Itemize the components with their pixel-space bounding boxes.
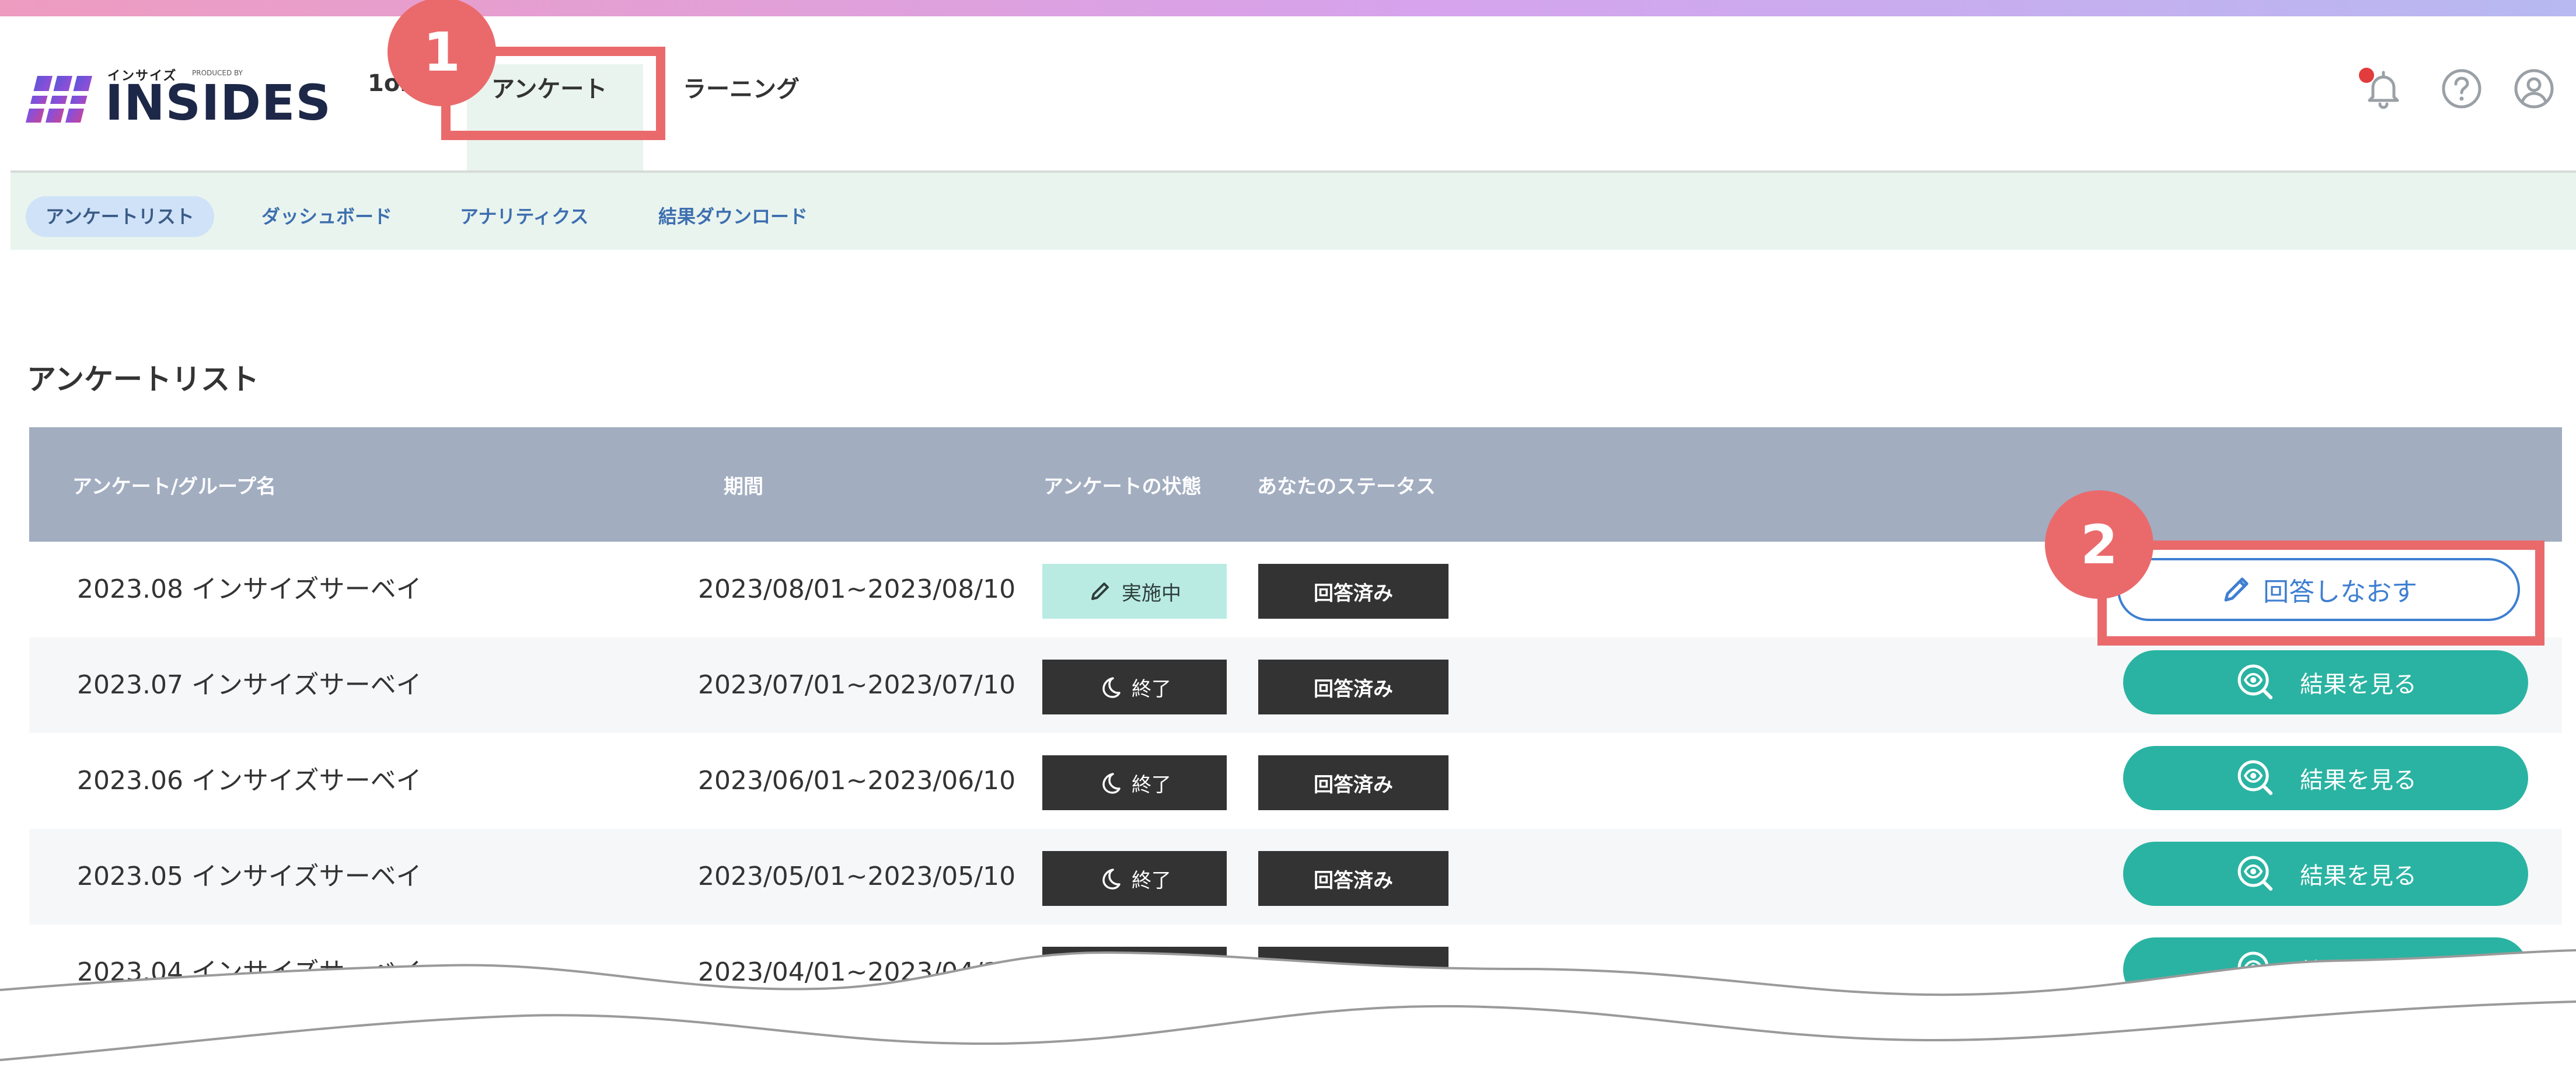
your-status-label: 回答済み: [1314, 869, 1393, 892]
survey-state-label: 終了: [1132, 677, 1171, 701]
table-row: 2023.07 インサイズサーベイ 2023/07/01~2023/07/10 …: [29, 637, 2562, 733]
sub-navigation: アンケートリスト ダッシュボード アナリティクス 結果ダウンロード: [11, 173, 2576, 250]
table-row: 2023.06 インサイズサーベイ 2023/06/01~2023/06/10 …: [29, 733, 2562, 829]
callout-box-2: [2097, 541, 2544, 646]
callout-badge-2: 2: [2045, 490, 2153, 599]
app-logo[interactable]: インサイズ PRODUCED BY INSIDES: [26, 53, 331, 140]
callout-badge-1: 1: [388, 0, 496, 106]
your-status-label: 回答済み: [1314, 677, 1393, 701]
survey-state-badge: 終了: [1042, 755, 1227, 810]
moon-icon: [1102, 677, 1121, 698]
eye-icon: [2238, 856, 2273, 891]
user-icon[interactable]: [2511, 65, 2557, 112]
callout-number: 1: [423, 20, 460, 83]
survey-state-label: 終了: [1132, 869, 1171, 892]
table-row: 2023.05 インサイズサーベイ 2023/05/01~2023/05/10 …: [29, 829, 2562, 925]
column-header-survey-status: アンケートの状態: [1043, 475, 1202, 498]
table-header: アンケート/グループ名 期間 アンケートの状態 あなたのステータス: [29, 427, 2562, 542]
your-status-label: 回答済み: [1314, 581, 1393, 605]
eye-icon: [2238, 760, 2273, 795]
pencil-icon: [1091, 583, 1109, 600]
subnav-item-result-download[interactable]: 結果ダウンロード: [658, 196, 808, 237]
top-accent-bar: [0, 0, 2576, 16]
your-status-badge: 回答済み: [1258, 660, 1448, 714]
survey-name[interactable]: 2023.05 インサイズサーベイ: [77, 829, 422, 925]
view-results-label: 結果を見る: [2300, 767, 2417, 794]
subnav-item-survey-list[interactable]: アンケートリスト: [26, 196, 214, 237]
your-status-badge: 回答済み: [1258, 564, 1448, 619]
torn-edge-overlay: [0, 949, 2576, 1067]
survey-name[interactable]: 2023.07 インサイズサーベイ: [77, 637, 422, 733]
survey-state-label: 終了: [1132, 773, 1171, 797]
survey-period: 2023/06/01~2023/06/10: [698, 766, 1016, 796]
help-icon[interactable]: [2438, 65, 2485, 112]
notification-dot: [2359, 68, 2374, 83]
eye-icon: [2238, 664, 2273, 699]
survey-name[interactable]: 2023.08 インサイズサーベイ: [77, 542, 422, 637]
view-results-button[interactable]: 結果を見る: [2123, 650, 2528, 714]
your-status-badge: 回答済み: [1258, 851, 1448, 906]
survey-state-label: 実施中: [1122, 581, 1181, 605]
survey-period: 2023/08/01~2023/08/10: [698, 574, 1016, 604]
survey-period: 2023/05/01~2023/05/10: [698, 862, 1016, 891]
survey-table: アンケート/グループ名 期間 アンケートの状態 あなたのステータス 2023.0…: [29, 427, 2562, 1011]
survey-period: 2023/07/01~2023/07/10: [698, 670, 1016, 700]
survey-state-badge: 終了: [1042, 851, 1227, 906]
survey-state-badge: 終了: [1042, 660, 1227, 714]
view-results-label: 結果を見る: [2300, 671, 2417, 698]
logo-mark-icon: [26, 76, 96, 123]
your-status-label: 回答済み: [1314, 773, 1393, 797]
column-header-name: アンケート/グループ名: [72, 475, 277, 498]
callout-number: 2: [2080, 513, 2118, 576]
subnav-item-dashboard[interactable]: ダッシュボード: [261, 196, 392, 237]
view-results-label: 結果を見る: [2300, 863, 2417, 890]
survey-name[interactable]: 2023.06 インサイズサーベイ: [77, 733, 422, 829]
page-title: アンケートリスト: [27, 362, 259, 396]
column-header-period: 期間: [724, 475, 763, 498]
logo-wordmark: INSIDES: [105, 74, 331, 131]
survey-state-badge: 実施中: [1042, 564, 1227, 619]
nav-item-learning[interactable]: ラーニング: [683, 70, 800, 104]
subnav-item-analytics[interactable]: アナリティクス: [460, 196, 588, 237]
your-status-badge: 回答済み: [1258, 755, 1448, 810]
view-results-button[interactable]: 結果を見る: [2123, 746, 2528, 810]
view-results-button[interactable]: 結果を見る: [2123, 842, 2528, 906]
column-header-your-status: あなたのステータス: [1257, 475, 1436, 498]
moon-icon: [1102, 869, 1121, 890]
moon-icon: [1102, 773, 1121, 794]
